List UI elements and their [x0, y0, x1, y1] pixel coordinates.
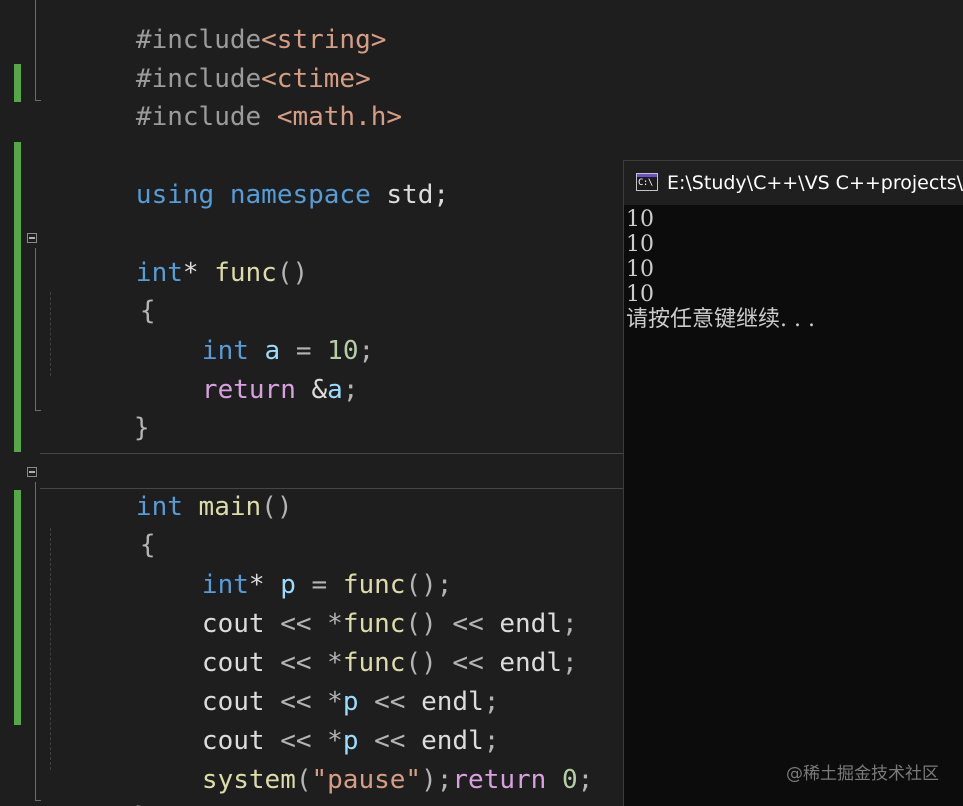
code-line-func-signature[interactable]: int* func()	[42, 219, 308, 288]
watermark: @稀土掘金技术社区	[786, 764, 939, 784]
code-line-cout-2[interactable]: cout << *func() << endl;	[108, 609, 578, 678]
semicolon: ;	[342, 375, 359, 405]
code-line-return-a[interactable]: return &a;	[108, 336, 359, 405]
parens: ()	[276, 258, 309, 288]
code-line-cout-1[interactable]: cout << *func() << endl;	[108, 570, 578, 639]
include-fold-guide	[35, 0, 36, 100]
code-line-int-a[interactable]: int a = 10;	[108, 297, 374, 366]
include-fold-end	[35, 100, 41, 101]
main-fold-guide	[35, 482, 36, 800]
code-line-brace-open[interactable]: {	[46, 257, 156, 326]
code-line-brace-close[interactable]: }	[40, 763, 150, 806]
pointer-symbol: *	[182, 258, 215, 288]
collapse-func-icon[interactable]	[27, 233, 37, 243]
code-line-include-ctime[interactable]: #include<ctime>	[42, 25, 371, 94]
code-line-using-namespace[interactable]: using namespace std;	[42, 141, 449, 210]
change-marker	[14, 490, 21, 725]
endl: endl	[499, 648, 562, 678]
semicolon: ;	[358, 336, 375, 366]
console-title: E:\Study\C++\VS C++projects\01	[667, 172, 963, 194]
code-line-main-signature[interactable]: int main()	[42, 453, 293, 522]
keyword-namespace: namespace	[229, 180, 371, 210]
variable-a: a	[327, 375, 343, 405]
console-titlebar[interactable]: C:\ E:\Study\C++\VS C++projects\01	[624, 161, 963, 205]
code-line-brace-close[interactable]: }	[40, 374, 150, 443]
include-header: <math.h>	[276, 102, 403, 132]
console-press-any-key: 请按任意键继续. . .	[626, 307, 815, 332]
keyword-using: using	[135, 180, 215, 210]
close-paren-semicolon: );	[421, 765, 453, 795]
code-line-brace-open[interactable]: {	[46, 491, 156, 560]
change-marker	[14, 142, 21, 452]
close-brace: }	[133, 413, 150, 443]
function-call: system	[201, 765, 296, 795]
screenshot: #include<string> #include<ctime> #includ…	[0, 0, 963, 806]
parens: ()	[261, 492, 293, 522]
code-line-system-pause[interactable]: system("pause");return 0;	[108, 726, 593, 795]
collapse-main-icon[interactable]	[27, 467, 37, 477]
code-line-include-string[interactable]: #include<string>	[42, 0, 386, 55]
keyword-return: return	[452, 765, 547, 795]
code-line-int-p[interactable]: int* p = func();	[108, 531, 453, 600]
keyword-return: return	[201, 375, 296, 405]
code-line-cout-3[interactable]: cout << *p << endl;	[108, 648, 499, 717]
console-output-line: 10	[626, 257, 654, 282]
namespace-name: std;	[370, 180, 450, 210]
console-app-icon: C:\	[636, 173, 658, 191]
code-line-cout-4[interactable]: cout << *p << endl;	[108, 687, 499, 756]
change-marker	[14, 64, 21, 102]
icon-prompt-text: C:\	[638, 178, 653, 188]
address-operator: &	[295, 375, 328, 405]
console-output-line: 10	[626, 282, 654, 307]
console-window[interactable]: C:\ E:\Study\C++\VS C++projects\01 10 10…	[623, 160, 963, 806]
semicolon: ;	[577, 765, 594, 795]
number-literal: 0	[546, 765, 578, 795]
console-output-line: 10	[626, 232, 654, 257]
semicolon: ;	[562, 648, 578, 678]
string-literal: "pause"	[311, 765, 422, 795]
preprocessor-directive: #include	[135, 102, 262, 132]
function-name: func	[214, 258, 277, 288]
function-name: main	[198, 492, 262, 522]
close-brace: }	[134, 802, 150, 806]
code-line-include-math[interactable]: #include <math.h>	[42, 63, 402, 132]
open-paren: (	[295, 765, 312, 795]
console-output-line: 10	[626, 207, 654, 232]
func-fold-guide	[35, 248, 36, 410]
